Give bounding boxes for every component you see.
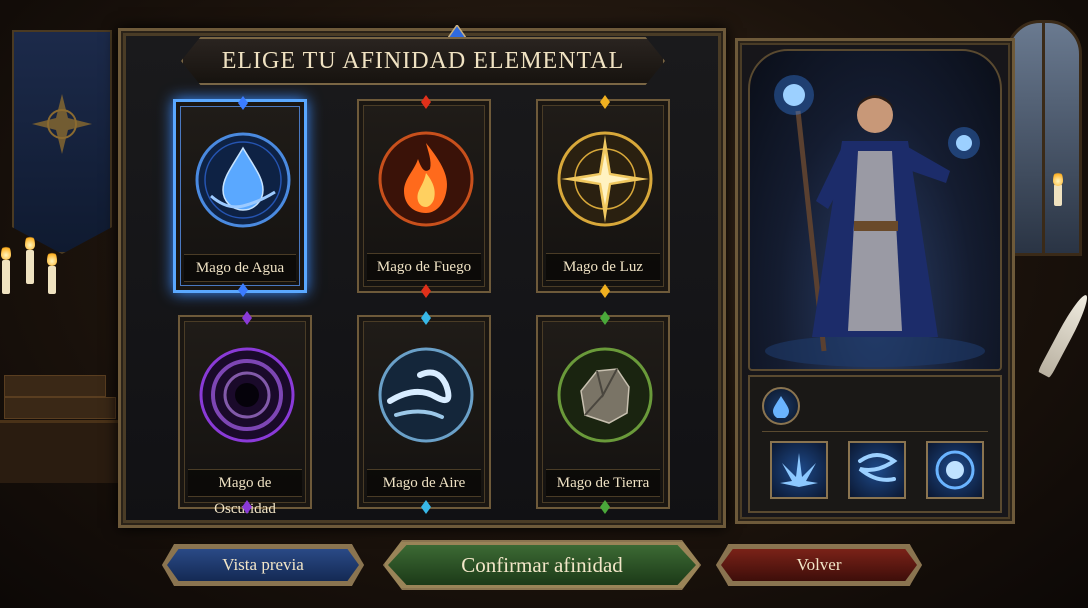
gem-top: [600, 95, 610, 109]
gem-bottom: [600, 284, 610, 298]
gem-bottom: [600, 500, 610, 514]
gem-top: [421, 311, 431, 325]
candle-flame: [1, 244, 11, 260]
vortex-icon: [199, 347, 295, 443]
card-air-mage[interactable]: Mago de Aire: [357, 311, 491, 514]
candle-flame: [25, 234, 35, 250]
preview-button-label: Vista previa: [222, 555, 304, 574]
arched-window: [1006, 20, 1082, 256]
candle: [26, 250, 34, 284]
card-fire-mage[interactable]: Mago de Fuego: [357, 95, 491, 298]
back-button[interactable]: Volver: [716, 544, 922, 586]
divider: [762, 431, 988, 432]
ability-slot-2[interactable]: [848, 441, 906, 499]
book: [4, 397, 116, 419]
confirm-affinity-button[interactable]: Confirmar afinidad: [383, 540, 701, 590]
ability-area: [748, 375, 1002, 513]
card-label: Mago de Fuego: [367, 253, 481, 281]
character-preview-panel: [735, 38, 1015, 524]
candle: [48, 266, 56, 294]
gem-top: [242, 311, 252, 325]
card-label: Mago de Agua: [184, 254, 296, 282]
gem-bottom: [421, 500, 431, 514]
book: [4, 375, 106, 397]
back-button-label: Volver: [796, 555, 842, 574]
gem-top: [421, 95, 431, 109]
candle: [2, 260, 10, 294]
bookshelf: [0, 375, 120, 483]
wind-swirl-icon: [378, 347, 474, 443]
water-wave-icon: [858, 453, 898, 482]
affinity-selection-panel: Elige tu afinidad elemental Mago de Agua…: [118, 25, 726, 528]
title-plate: Elige tu afinidad elemental: [181, 37, 665, 85]
rock-icon: [557, 347, 653, 443]
star-burst-icon: [557, 131, 653, 227]
gem-bottom: [238, 283, 248, 297]
confirm-button-label: Confirmar afinidad: [461, 552, 623, 577]
candle: [1054, 184, 1062, 206]
page-title: Elige tu afinidad elemental: [221, 47, 625, 74]
card-darkness-mage[interactable]: Mago de Oscuridad: [178, 311, 312, 517]
card-label: Mago de Oscuridad: [188, 469, 302, 517]
water-orb-icon: [935, 450, 975, 490]
water-splash-icon: [780, 453, 818, 487]
card-label: Mago de Luz: [546, 253, 660, 281]
flame-icon: [378, 131, 474, 227]
card-water-mage[interactable]: Mago de Agua: [173, 96, 307, 297]
gem-bottom: [421, 284, 431, 298]
water-mage-character-icon: [765, 75, 985, 367]
character-portrait: [748, 49, 1002, 371]
card-earth-mage[interactable]: Mago de Tierra: [536, 311, 670, 514]
water-drop-icon: [773, 396, 789, 418]
quill-feather: [1037, 291, 1088, 379]
ability-slot-3[interactable]: [926, 441, 984, 499]
card-label: Mago de Aire: [367, 469, 481, 497]
element-badge: [762, 387, 800, 425]
candle-flame: [47, 250, 57, 266]
ability-slot-1[interactable]: [770, 441, 828, 499]
card-label: Mago de Tierra: [546, 469, 660, 497]
wall-banner: [12, 30, 112, 254]
candle-flame: [1053, 170, 1063, 186]
card-light-mage[interactable]: Mago de Luz: [536, 95, 670, 298]
gem-top: [600, 311, 610, 325]
compass-star-icon: [32, 94, 92, 154]
water-drop-icon: [195, 132, 291, 228]
preview-button[interactable]: Vista previa: [162, 544, 364, 586]
gem-top: [238, 96, 248, 110]
